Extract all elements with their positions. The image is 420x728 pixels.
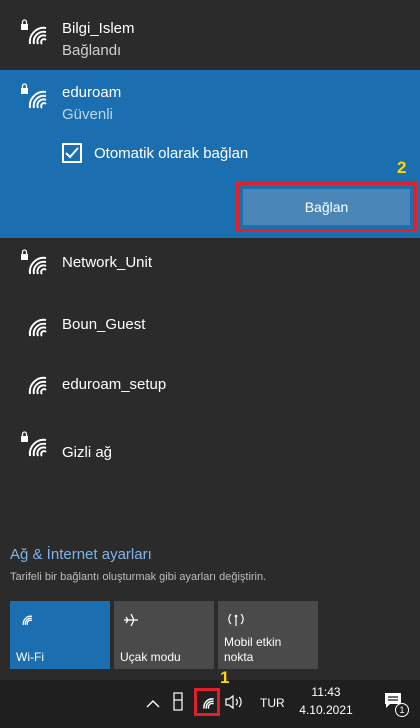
network-item-boun-guest[interactable]: Boun_Guest [0, 296, 420, 354]
wifi-secured-icon [20, 430, 50, 460]
notification-badge: 1 [395, 703, 409, 717]
wifi-icon [203, 698, 214, 709]
wifi-secured-icon [20, 82, 50, 112]
speaker-icon[interactable] [224, 694, 244, 715]
wifi-secured-icon [20, 248, 50, 278]
wifi-secured-icon [20, 18, 50, 48]
network-name: Network_Unit [62, 254, 153, 271]
network-item-eduroam-setup[interactable]: eduroam_setup [0, 354, 420, 412]
wifi-open-icon [20, 368, 50, 398]
quick-action-airplane[interactable]: Uçak modu [114, 601, 214, 669]
notification-center-icon[interactable]: 1 [384, 692, 409, 717]
quick-action-wifi[interactable]: Wi-Fi [10, 601, 110, 669]
connect-button-highlight: Bağlan [236, 182, 417, 232]
network-status: Güvenli [62, 106, 113, 123]
clock-date: 4.10.2021 [299, 703, 353, 717]
network-status: Bağlandı [62, 42, 122, 59]
network-name: Boun_Guest [62, 316, 146, 333]
network-item-bilgi-islem[interactable]: Bilgi_Islem Bağlandı [0, 0, 420, 70]
taskbar: 1 TUR 11:43 4.10.2021 1 [0, 668, 420, 728]
hotspot-icon [226, 611, 246, 632]
checkmark-icon [65, 147, 79, 159]
clock-time: 11:43 [311, 685, 341, 699]
network-tray-icon[interactable] [194, 688, 220, 716]
clock[interactable]: 11:43 4.10.2021 [296, 680, 356, 728]
network-settings-link[interactable]: Ağ & İnternet ayarları [10, 546, 152, 563]
connect-button[interactable]: Bağlan [243, 189, 410, 225]
annotation-step-2: 2 [397, 158, 407, 177]
wifi-icon [18, 611, 34, 632]
quick-action-label: Uçak modu [120, 650, 181, 664]
network-name: eduroam_setup [62, 376, 167, 393]
network-name: eduroam [62, 84, 122, 101]
quick-action-label: Mobil etkin nokta [224, 635, 282, 664]
network-name: Gizli ağ [62, 444, 113, 461]
usb-device-icon[interactable] [172, 692, 184, 717]
network-name: Bilgi_Islem [62, 20, 135, 37]
chevron-up-icon[interactable] [146, 696, 160, 714]
network-item-hidden[interactable]: Gizli ağ [0, 412, 420, 470]
language-indicator[interactable]: TUR [260, 696, 285, 710]
network-settings-description: Tarifeli bir bağlantı oluşturmak gibi ay… [10, 571, 267, 583]
quick-action-hotspot[interactable]: Mobil etkin nokta [218, 601, 318, 669]
auto-connect-label: Otomatik olarak bağlan [94, 145, 249, 162]
network-flyout: Bilgi_Islem Bağlandı eduroam Güvenli Oto… [0, 0, 420, 680]
network-item-network-unit[interactable]: Network_Unit [0, 238, 420, 296]
annotation-step-1: 1 [220, 668, 230, 687]
auto-connect-checkbox[interactable] [62, 143, 82, 163]
airplane-icon [122, 611, 140, 634]
wifi-open-icon [20, 310, 50, 340]
quick-action-label: Wi-Fi [16, 650, 44, 664]
